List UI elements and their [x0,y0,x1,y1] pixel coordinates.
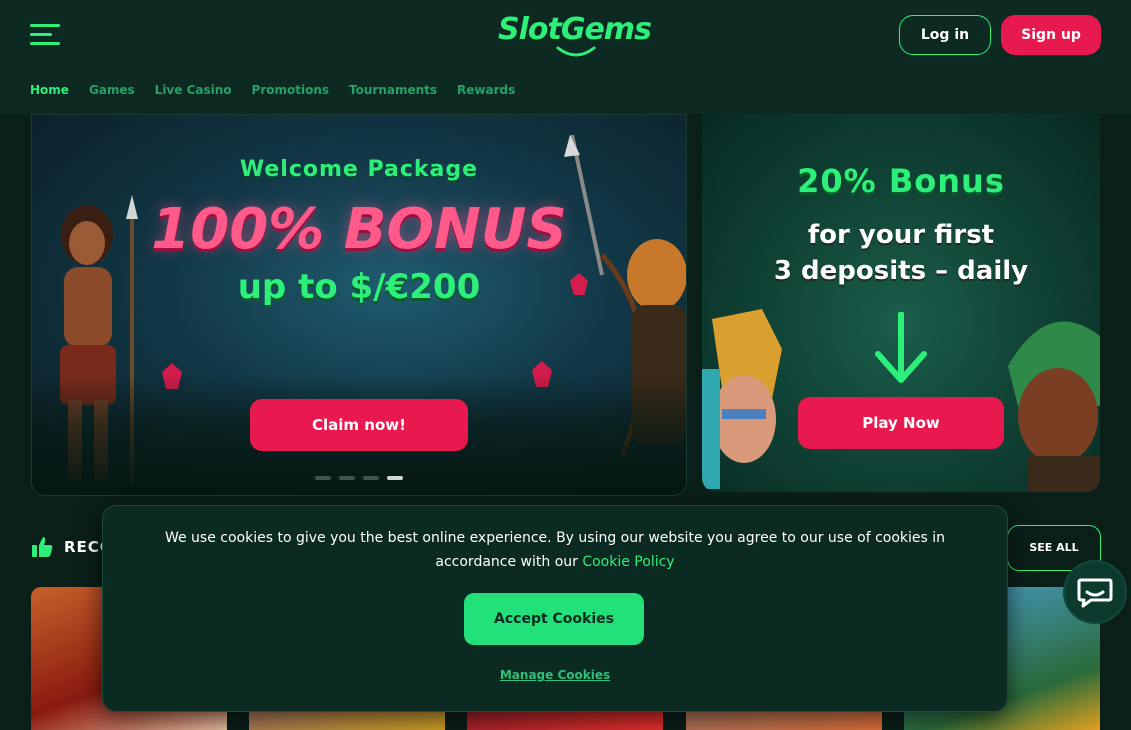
cookie-consent-dialog: We use cookies to give you the best onli… [102,505,1008,712]
claim-now-button[interactable]: Claim now! [250,399,468,451]
cookie-message-text: We use cookies to give you the best onli… [164,530,946,570]
nav-item-rewards[interactable]: Rewards [457,83,515,97]
logo-text: SlotGems [498,12,652,47]
logo-smile-icon [556,46,596,57]
slotgems-logo[interactable]: SlotGems [498,12,652,60]
chat-bubble-icon [1077,578,1113,608]
arrow-down-icon [875,312,927,383]
daily-bonus-headline: 20% Bonus [797,162,1005,200]
carousel-dot[interactable] [363,476,379,480]
welcome-package-label: Welcome Package [239,157,479,182]
accept-cookies-button[interactable]: Accept Cookies [464,593,644,645]
cookie-policy-link[interactable]: Cookie Policy [582,554,674,570]
site-header: SlotGems Log in Sign up Home Games Live … [0,0,1131,114]
manage-cookies-link[interactable]: Manage Cookies [103,668,1007,682]
nav-item-games[interactable]: Games [89,83,135,97]
bonus-offer: up to $/€200 [237,267,481,307]
signup-button[interactable]: Sign up [1001,15,1101,55]
carousel-dot[interactable] [339,476,355,480]
thumbs-up-icon [32,537,53,557]
helmeted-warrior-illustration [1008,321,1100,492]
carousel-dot-active[interactable] [387,476,403,480]
carousel-dots [315,476,403,480]
main-nav: Home Games Live Casino Promotions Tourna… [30,83,515,97]
cookie-message: We use cookies to give you the best onli… [133,526,977,574]
live-chat-button[interactable] [1063,560,1127,624]
play-now-button[interactable]: Play Now [798,397,1004,449]
welcome-banner[interactable]: Welcome Package 100% BONUS up to $/€200 … [31,114,687,496]
carousel-dot[interactable] [315,476,331,480]
daily-bonus-line2: 3 deposits – daily [773,256,1029,286]
login-button[interactable]: Log in [899,15,991,55]
nav-item-tournaments[interactable]: Tournaments [349,83,437,97]
hamburger-menu-icon[interactable] [30,24,60,46]
nav-item-promotions[interactable]: Promotions [252,83,329,97]
nav-item-home[interactable]: Home [30,83,69,97]
daily-bonus-line1: for your first [807,220,995,250]
painted-woman-illustration [702,309,782,489]
nav-item-live-casino[interactable]: Live Casino [155,83,232,97]
bonus-headline: 100% BONUS [151,197,567,262]
daily-bonus-banner[interactable]: 20% Bonus for your first 3 deposits – da… [702,114,1100,492]
